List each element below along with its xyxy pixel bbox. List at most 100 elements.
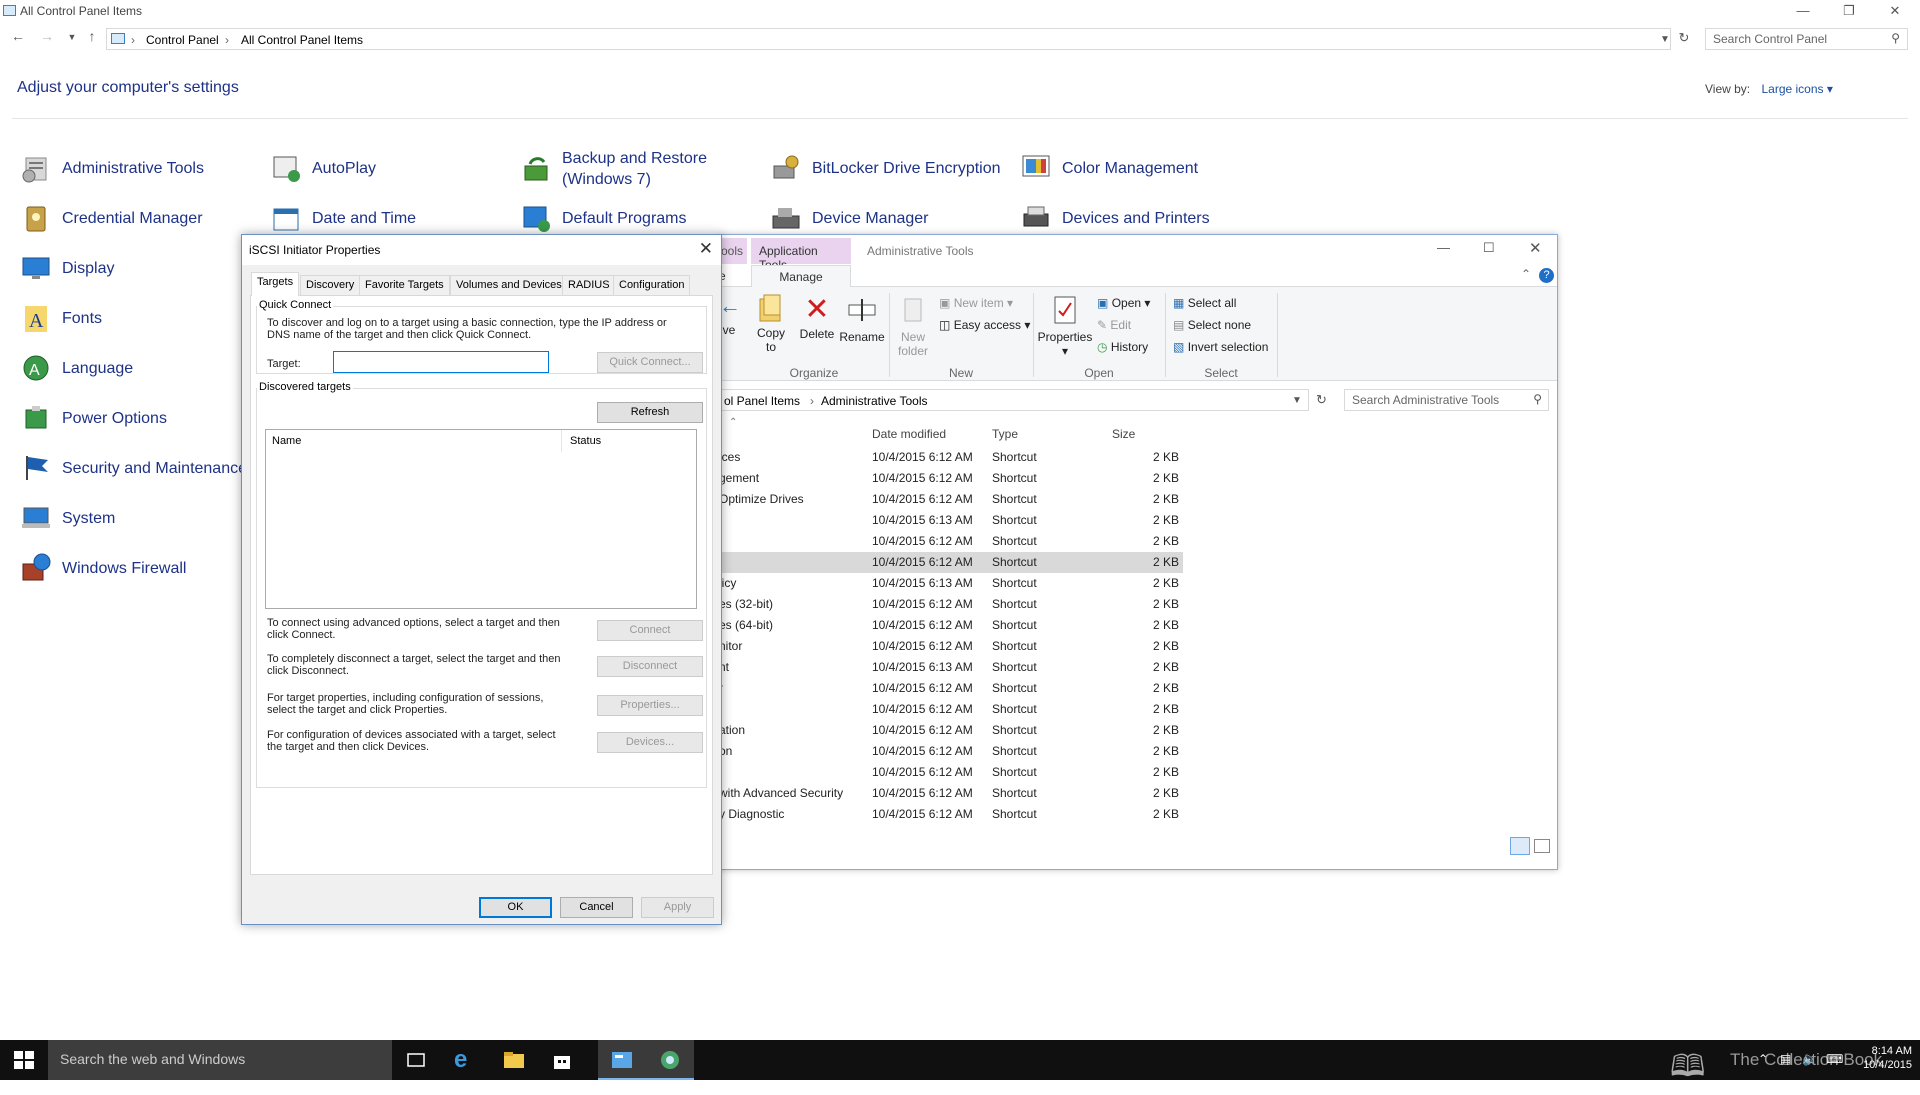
tab-discovery[interactable]: Discovery [300, 275, 361, 295]
connect-button[interactable]: Connect [597, 620, 703, 641]
cp-address-box[interactable]: › Control Panel › All Control Panel Item… [106, 28, 1671, 50]
cancel-button[interactable]: Cancel [560, 897, 633, 918]
explorer-maximize-button[interactable]: ☐ [1483, 240, 1495, 256]
file-row[interactable]: ices 10/4/2015 6:12 AM Shortcut 2 KB [719, 447, 1183, 468]
quick-connect-button[interactable]: Quick Connect... [597, 352, 703, 373]
breadcrumb-all-items[interactable]: All Control Panel Items [241, 33, 363, 47]
edit-button[interactable]: ✎ Edit [1097, 318, 1131, 332]
column-type[interactable]: Type [992, 427, 1018, 441]
up-icon[interactable]: ↑ [83, 28, 101, 44]
refresh-icon[interactable]: ↻ [1675, 30, 1693, 46]
taskbar-search-box[interactable]: Search the web and Windows [48, 1040, 392, 1080]
targets-listview[interactable]: Name Status [265, 429, 697, 609]
file-row[interactable]: 10/4/2015 6:13 AM Shortcut 2 KB [719, 510, 1183, 531]
cp-item-security-maintenance[interactable]: Security and Maintenance [26, 456, 247, 480]
file-row[interactable]: 10/4/2015 6:12 AM Shortcut 2 KB [719, 762, 1183, 783]
store-icon[interactable] [550, 1048, 574, 1072]
network-icon[interactable]: ▤ [1780, 1052, 1791, 1066]
file-row[interactable]: ation 10/4/2015 6:12 AM Shortcut 2 KB [719, 720, 1183, 741]
context-tab-partial[interactable]: ools [719, 238, 747, 264]
large-icons-view-icon[interactable] [1534, 839, 1550, 853]
windows-start-icon[interactable] [12, 1048, 36, 1072]
address-dropdown-icon[interactable]: ▼ [1660, 34, 1670, 45]
apply-button[interactable]: Apply [641, 897, 714, 918]
move-to-button[interactable]: ← ve [719, 293, 741, 337]
breadcrumb-administrative-tools[interactable]: Administrative Tools [821, 394, 928, 408]
refresh-button[interactable]: Refresh [597, 402, 703, 423]
disconnect-button[interactable]: Disconnect [597, 656, 703, 677]
properties-button[interactable]: Properties ▾ [1037, 293, 1093, 358]
new-folder-button[interactable]: New folder [893, 293, 933, 358]
select-none-button[interactable]: ▤ Select none [1173, 318, 1251, 332]
ribbon-tab-manage[interactable]: Manage [751, 265, 851, 287]
file-row[interactable]: r10/4/2015 6:12 AMShortcut2 KB [719, 678, 1183, 699]
column-date-modified[interactable]: Date modified [872, 427, 946, 441]
explorer-search-input[interactable]: Search Administrative Tools ⚲ [1344, 389, 1549, 411]
volume-icon[interactable]: 🔈 [1802, 1051, 1818, 1067]
cp-item-backup-restore[interactable]: Backup and Restore (Windows 7) [524, 148, 707, 190]
cp-item-fonts[interactable]: A Fonts [25, 306, 102, 332]
open-button[interactable]: ▣ Open ▾ [1097, 296, 1150, 310]
file-row[interactable]: 10/4/2015 6:12 AM Shortcut 2 KB [719, 699, 1183, 720]
file-row[interactable]: 10/4/2015 6:12 AM Shortcut 2 KB [719, 531, 1183, 552]
cp-item-devices-printers[interactable]: Devices and Printers [1023, 206, 1210, 229]
cp-item-language[interactable]: A Language [23, 355, 133, 381]
file-row[interactable]: nt 10/4/2015 6:13 AM Shortcut 2 KB [719, 657, 1183, 678]
file-row[interactable]: es (64-bit) 10/4/2015 6:12 AM Shortcut 2 KB [719, 615, 1183, 636]
forward-icon[interactable]: → [38, 28, 56, 44]
cp-item-autoplay[interactable]: AutoPlay [273, 156, 376, 182]
rename-button[interactable]: Rename [839, 293, 885, 344]
tab-volumes-devices[interactable]: Volumes and Devices [450, 275, 568, 295]
column-size[interactable]: Size [1112, 427, 1135, 441]
refresh-icon[interactable]: ↻ [1316, 392, 1327, 408]
details-view-icon[interactable] [1510, 837, 1530, 855]
breadcrumb-control-panel[interactable]: Control Panel [146, 33, 219, 47]
ok-button[interactable]: OK [479, 897, 552, 918]
cp-search-input[interactable]: Search Control Panel ⚲ [1705, 28, 1908, 50]
file-row[interactable]: es (32-bit) 10/4/2015 6:12 AM Shortcut 2 KB [719, 594, 1183, 615]
history-button[interactable]: ◷ History [1097, 340, 1148, 354]
minimize-button[interactable]: — [1780, 0, 1826, 22]
view-by-dropdown[interactable]: Large icons ▾ [1761, 82, 1832, 96]
dialog-close-button[interactable]: ✕ [699, 239, 713, 259]
tab-configuration[interactable]: Configuration [613, 275, 691, 295]
cp-item-bitlocker[interactable]: BitLocker Drive Encryption [773, 155, 1001, 179]
delete-button[interactable]: ✕ Delete [797, 293, 837, 341]
copy-to-button[interactable]: Copy to [753, 293, 789, 354]
file-row[interactable]: nitor 10/4/2015 6:12 AM Shortcut 2 KB [719, 636, 1183, 657]
close-button[interactable]: ✕ [1872, 0, 1918, 22]
breadcrumb-control-panel-items[interactable]: ol Panel Items [724, 394, 800, 408]
cp-item-power-options[interactable]: Power Options [25, 406, 167, 429]
select-all-button[interactable]: ▦ Select all [1173, 296, 1236, 310]
file-row[interactable]: Optimize Drives 10/4/2015 6:12 AM Shortcut… [719, 489, 1183, 510]
column-status[interactable]: Status [564, 430, 607, 452]
file-row[interactable]: y Diagnostic 10/4/2015 6:12 AM Shortcut 2 K… [719, 804, 1183, 825]
file-explorer-icon[interactable] [502, 1048, 526, 1072]
tray-chevron-icon[interactable]: ⌃ [1758, 1052, 1768, 1066]
devices-button[interactable]: Devices... [597, 732, 703, 753]
ribbon-collapse-icon[interactable]: ⌃ [1521, 267, 1531, 281]
column-name[interactable]: Name [266, 430, 562, 452]
recent-dropdown-icon[interactable]: ▼ [63, 32, 81, 42]
task-view-icon[interactable] [404, 1048, 428, 1072]
cp-item-device-manager[interactable]: Device Manager [772, 208, 929, 229]
cp-item-default-programs[interactable]: Default Programs [523, 206, 687, 232]
invert-selection-button[interactable]: ▧ Invert selection [1173, 340, 1268, 354]
cp-item-credential-manager[interactable]: Credential Manager [26, 206, 203, 232]
explorer-address-box[interactable]: ol Panel Items › Administrative Tools ▼ [719, 389, 1309, 411]
new-item-button[interactable]: ▣ New item ▾ [939, 296, 1013, 310]
properties-button[interactable]: Properties... [597, 695, 703, 716]
cp-item-display[interactable]: Display [22, 257, 114, 279]
tray-clock[interactable]: 8:14 AM 10/4/2015 [1863, 1044, 1912, 1072]
explorer-minimize-button[interactable]: — [1437, 240, 1450, 255]
tab-targets[interactable]: Targets [251, 272, 300, 296]
file-row[interactable]: on 10/4/2015 6:12 AM Shortcut 2 KB [719, 741, 1183, 762]
keyboard-icon[interactable]: ⌨ [1826, 1052, 1843, 1066]
tab-favorite-targets[interactable]: Favorite Targets [359, 275, 450, 295]
file-row[interactable]: 10/4/2015 6:12 AM Shortcut 2 KB [719, 552, 1183, 573]
address-dropdown-icon[interactable]: ▼ [1292, 395, 1302, 406]
back-icon[interactable]: ← [9, 28, 27, 44]
file-row[interactable]: with Advanced Security 10/4/2015 6:12 AM S… [719, 783, 1183, 804]
cp-item-administrative-tools[interactable]: Administrative Tools [22, 157, 204, 183]
target-input[interactable] [333, 351, 549, 373]
